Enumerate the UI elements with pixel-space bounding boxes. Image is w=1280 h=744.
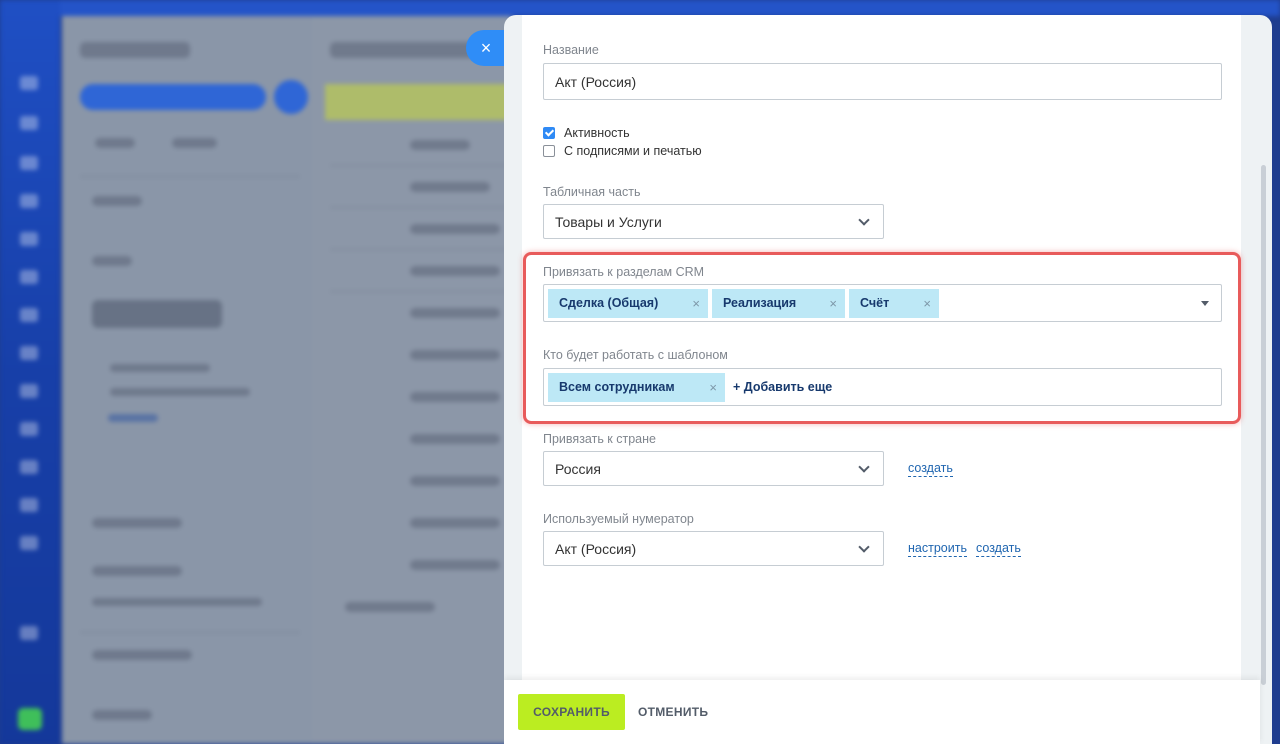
active-checkbox[interactable] (543, 127, 555, 139)
template-form: Название Акт (Россия) Активность С подпи… (522, 15, 1241, 680)
form-footer: СОХРАНИТЬ ОТМЕНИТЬ (504, 680, 1260, 744)
users-selector[interactable]: Всем сотрудникам × + Добавить еще (543, 368, 1222, 406)
remove-tag-icon[interactable]: × (709, 380, 717, 395)
dropdown-arrow-icon[interactable] (1201, 301, 1209, 306)
add-more-users-link[interactable]: + Добавить еще (733, 380, 832, 394)
user-tag-all-employees[interactable]: Всем сотрудникам × (548, 372, 725, 402)
country-select[interactable]: Россия (543, 451, 884, 486)
signatures-checkbox-label: С подписями и печатью (564, 144, 702, 158)
numerator-create-link[interactable]: создать (976, 541, 1021, 557)
save-button[interactable]: СОХРАНИТЬ (518, 694, 625, 730)
active-checkbox-label: Активность (564, 126, 630, 140)
numerator-select[interactable]: Акт (Россия) (543, 531, 884, 566)
users-label: Кто будет работать с шаблоном (543, 348, 728, 362)
close-slider-button[interactable]: × (466, 30, 506, 66)
crm-tag-label: Реализация (723, 296, 797, 310)
crm-sections-label: Привязать к разделам CRM (543, 265, 705, 279)
scrollbar[interactable] (1261, 165, 1266, 685)
chevron-down-icon (858, 540, 870, 553)
signatures-checkbox-row[interactable]: С подписями и печатью (543, 144, 702, 158)
crm-tag-realization[interactable]: Реализация × (712, 288, 845, 318)
remove-tag-icon[interactable]: × (829, 296, 837, 311)
numerator-value: Акт (Россия) (555, 540, 637, 557)
chevron-down-icon (858, 213, 870, 226)
left-menu-strip (0, 0, 60, 744)
remove-tag-icon[interactable]: × (692, 296, 700, 311)
numerator-configure-link[interactable]: настроить (908, 541, 967, 557)
background-deal-panel (62, 16, 312, 744)
table-part-label: Табличная часть (543, 185, 641, 199)
table-part-select[interactable]: Товары и Услуги (543, 204, 884, 239)
name-input-value: Акт (Россия) (555, 73, 637, 90)
crm-sections-selector[interactable]: Сделка (Общая) × Реализация × Счёт × (543, 284, 1222, 322)
crm-tag-invoice[interactable]: Счёт × (849, 288, 939, 318)
chevron-down-icon (858, 460, 870, 473)
country-create-link[interactable]: создать (908, 461, 953, 477)
name-input[interactable]: Акт (Россия) (543, 63, 1222, 100)
signatures-checkbox[interactable] (543, 145, 555, 157)
close-icon: × (480, 37, 492, 58)
template-settings-slider: Название Акт (Россия) Активность С подпи… (504, 15, 1272, 744)
crm-tag-label: Счёт (860, 296, 890, 310)
active-checkbox-row[interactable]: Активность (543, 126, 630, 140)
crm-tag-label: Сделка (Общая) (559, 296, 659, 310)
background-templates-panel (312, 16, 512, 744)
app-badge-icon (18, 708, 42, 730)
name-label: Название (543, 43, 599, 57)
cancel-button[interactable]: ОТМЕНИТЬ (638, 694, 708, 730)
country-value: Россия (555, 460, 601, 477)
crm-tag-deal[interactable]: Сделка (Общая) × (548, 288, 708, 318)
table-part-value: Товары и Услуги (555, 213, 662, 230)
user-tag-label: Всем сотрудникам (559, 380, 675, 394)
remove-tag-icon[interactable]: × (923, 296, 931, 311)
country-label: Привязать к стране (543, 432, 656, 446)
numerator-label: Используемый нумератор (543, 512, 694, 526)
